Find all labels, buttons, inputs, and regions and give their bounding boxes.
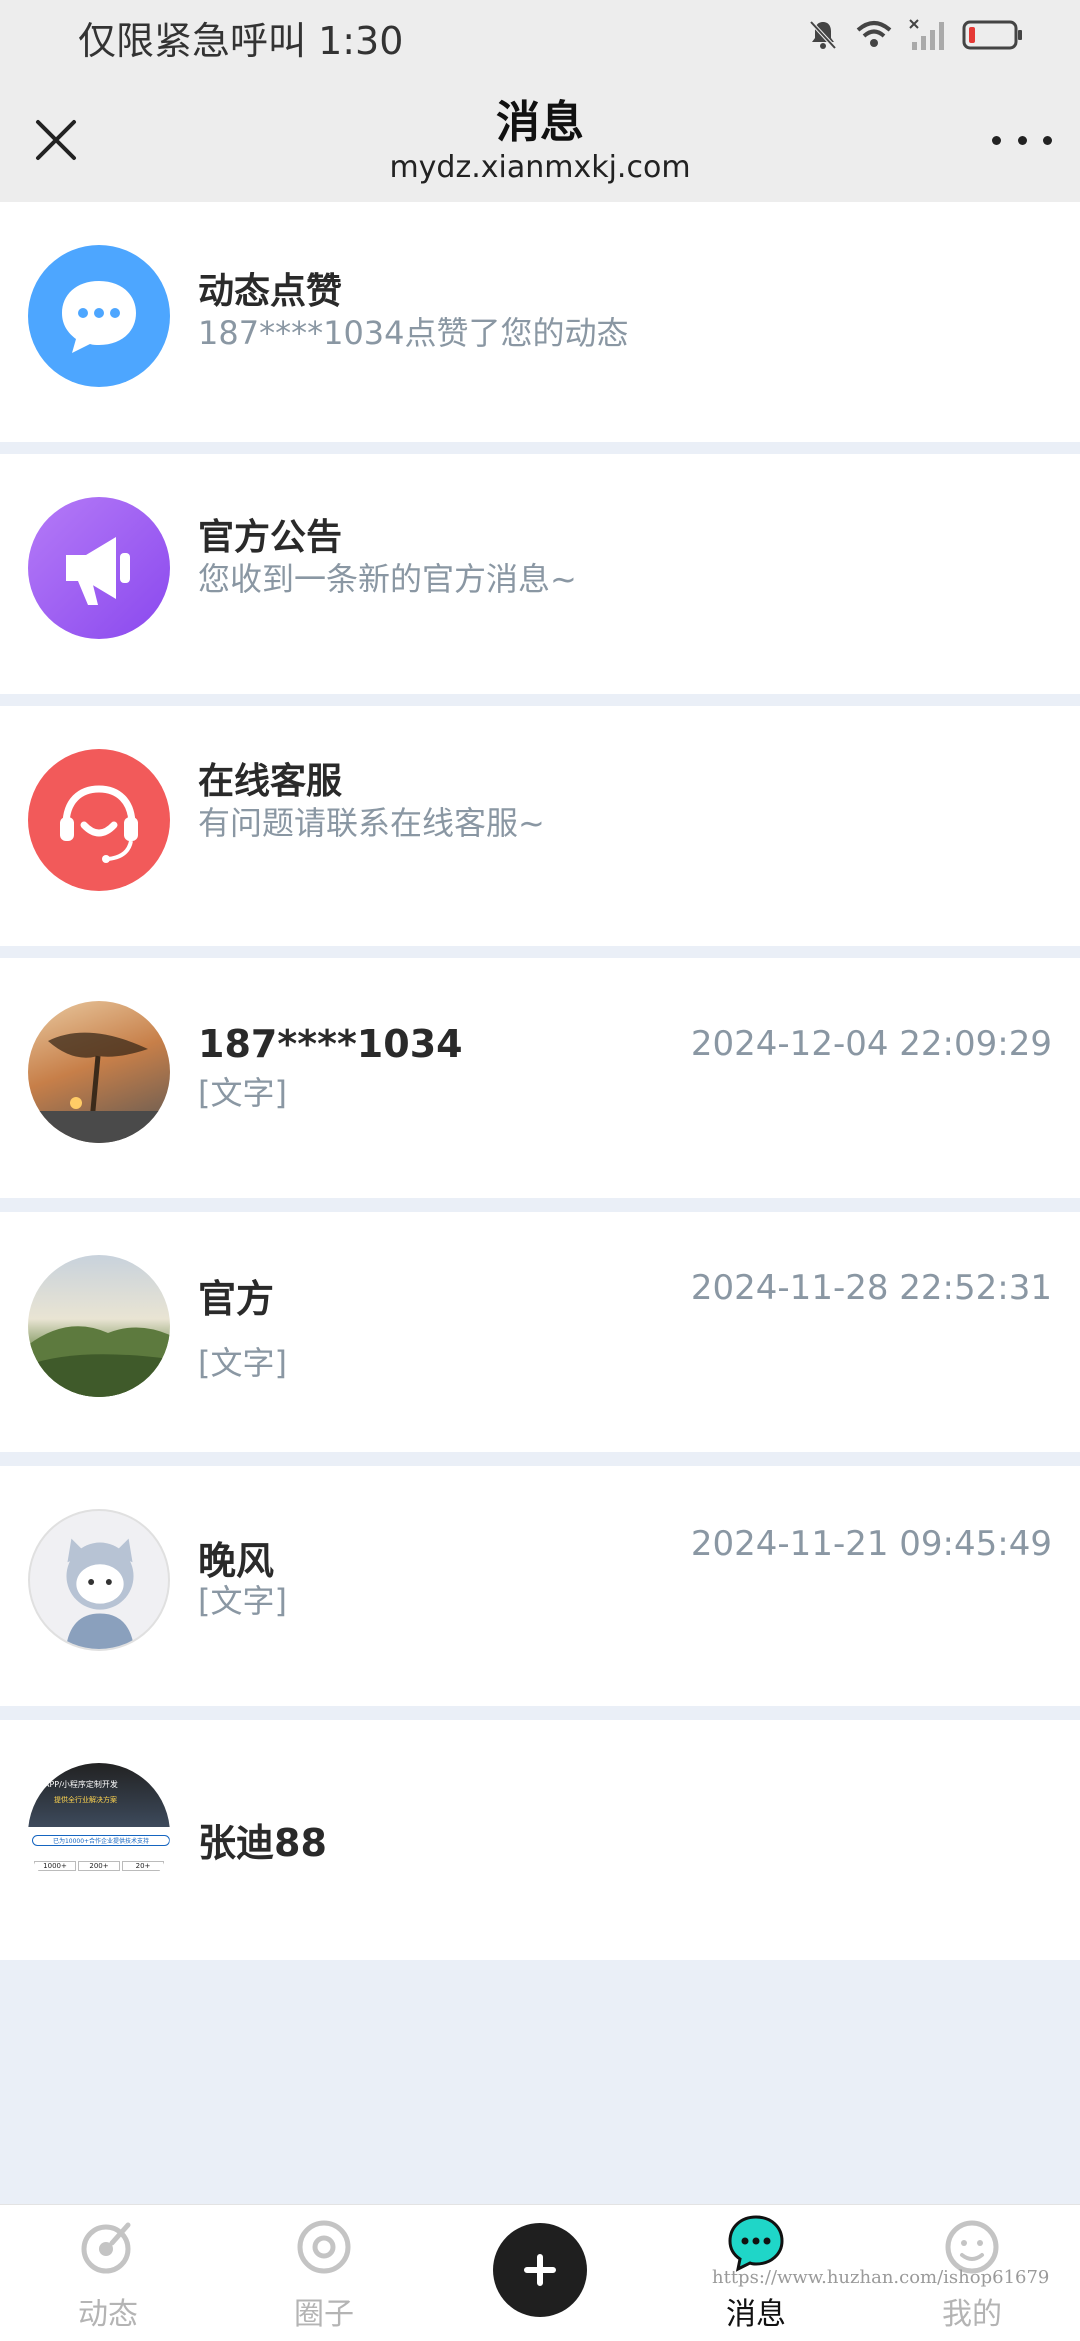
user-avatar [28,1255,170,1397]
item-subtitle: 187****1034点赞了您的动态 [198,314,629,352]
customer-service-avatar [28,749,170,891]
conversation-name: 187****1034 [198,1022,463,1066]
conversation-item[interactable]: 官方 [文字] 2024-11-28 22:52:31 [0,1212,1080,1452]
tab-label: 圈子 [294,2297,354,2332]
page-url: mydz.xianmxkj.com [389,150,691,185]
item-title: 官方公告 [198,517,343,558]
landscape-photo-icon [28,1326,170,1397]
avatar-ad-stat: 200+ [78,1861,120,1871]
plus-icon [524,2254,556,2286]
bell-muted-icon [809,20,837,50]
more-icon-dot [1043,135,1052,145]
avatar-ad-line: 已为10000+合作企业提供技术支持 [32,1835,170,1846]
item-subtitle: 您收到一条新的官方消息~ [198,560,577,598]
signal-icon [909,19,944,50]
publish-button[interactable] [493,2223,587,2317]
wifi-icon [856,21,892,47]
tab-label: 我的 [942,2297,1002,2332]
more-icon [992,135,1001,145]
user-avatar: APP/小程序定制开发 提供全行业解决方案 已为10000+合作企业提供技术支持… [28,1763,170,1905]
avatar-ad-line: APP/小程序定制开发 [44,1780,118,1789]
conversation-item[interactable]: 晚风 [文字] 2024-11-21 09:45:49 [0,1466,1080,1706]
tab-feed[interactable]: 动态 [0,2205,216,2341]
customer-service-icon [60,785,138,863]
conversation-preview: [文字] [198,1582,287,1620]
item-title: 动态点赞 [198,271,343,312]
watermark-text: https://www.huzhan.com/ishop61679 [712,2267,1050,2288]
more-icon-dot [1017,135,1027,145]
more-button[interactable] [992,122,1052,158]
circle-icon [297,2220,351,2274]
conversation-time: 2024-11-28 22:52:31 [690,1268,1052,1308]
tab-publish[interactable] [432,2205,648,2341]
conversation-time: 2024-12-04 22:09:29 [690,1024,1052,1064]
title-bar: 消息 mydz.xianmxkj.com [0,72,1080,202]
feed-icon [81,2222,131,2274]
avatar-ad-line: 提供全行业解决方案 [54,1796,117,1804]
status-icons [806,18,1024,52]
bottom-tab-bar: 动态 圈子 消息 我的 https://www.huzhan.com/ishop… [0,2204,1080,2341]
list-item-customer-service[interactable]: 在线客服 有问题请联系在线客服~ [0,706,1080,946]
megaphone-icon [66,537,130,605]
conversation-preview: [文字] [198,1344,287,1382]
page-title: 消息 [496,97,584,148]
announcement-avatar [28,497,170,639]
avatar-ad-stat: 1000+ [34,1861,76,1871]
user-avatar [28,1509,170,1651]
conversation-item[interactable]: APP/小程序定制开发 提供全行业解决方案 已为10000+合作企业提供技术支持… [0,1720,1080,1960]
tab-label: 动态 [78,2297,138,2332]
conversation-preview: [文字] [198,1074,287,1112]
status-bar: 仅限紧急呼叫 1:30 [0,0,1080,72]
item-title: 在线客服 [198,761,343,802]
likes-avatar [28,245,170,387]
user-avatar [28,1001,170,1143]
default-avatar-icon [65,1538,135,1649]
tab-label: 消息 [726,2297,786,2332]
conversation-time: 2024-11-21 09:45:49 [690,1524,1052,1564]
avatar-ad-stat: 20+ [122,1861,164,1871]
battery-icon [962,20,1022,50]
status-carrier-time: 仅限紧急呼叫 1:30 [78,19,404,63]
conversation-name: 张迪88 [198,1821,327,1865]
list-item-announcement[interactable]: 官方公告 您收到一条新的官方消息~ [0,454,1080,694]
conversation-name: 官方 [198,1277,275,1321]
tab-circle[interactable]: 圈子 [216,2205,432,2341]
chat-bubble-icon [62,281,136,353]
list-item-likes[interactable]: 动态点赞 187****1034点赞了您的动态 [0,202,1080,442]
item-subtitle: 有问题请联系在线客服~ [198,804,545,842]
tree-photo-icon [28,1032,170,1143]
conversation-item[interactable]: 187****1034 [文字] 2024-12-04 22:09:29 [0,958,1080,1198]
message-icon [728,2215,784,2272]
